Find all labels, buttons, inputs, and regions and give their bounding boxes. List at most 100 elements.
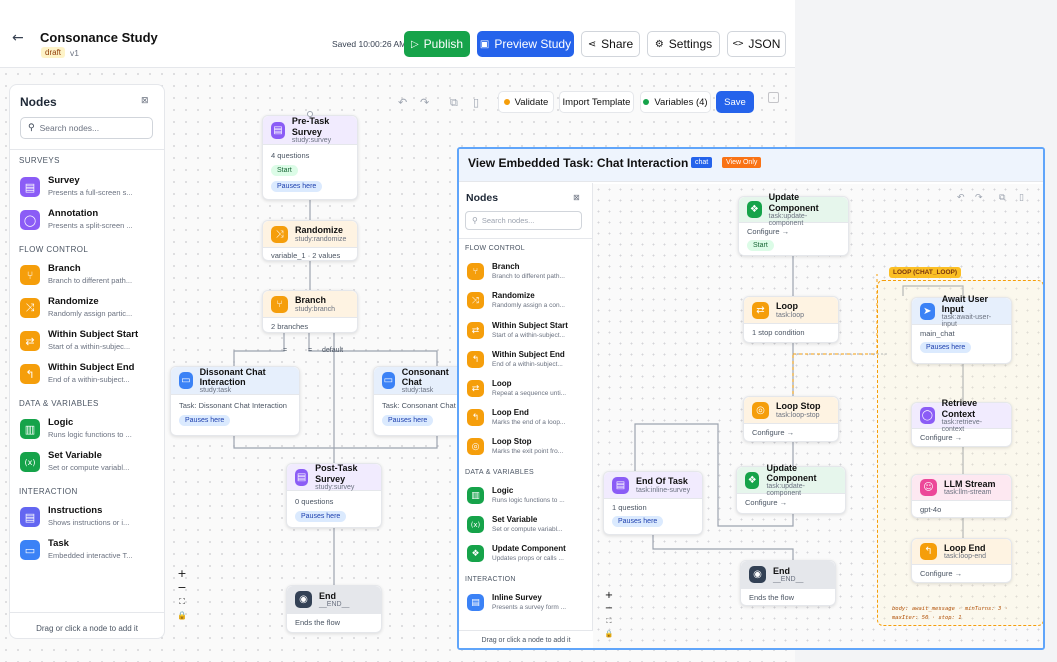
sidebar-item-annotation[interactable]: ◯ Annotation Presents a split-screen ... [20, 208, 133, 230]
embedded-flow-canvas[interactable]: ↶ ↷ ⧉ ▯ ❖ Update Component task:update-com… [593, 184, 1043, 648]
app-header: ← Consonance Study draft v1 Saved 10:00:… [0, 0, 795, 68]
fit-view-icon[interactable]: ⛶ [603, 615, 615, 628]
view-only-badge: View Only [722, 157, 762, 168]
edge-branch-dissonant [233, 333, 285, 366]
section-interaction: INTERACTION [465, 576, 516, 583]
modal-item-branch[interactable]: ⑂ Branch Branch to different path... [467, 262, 565, 280]
preview-study-button[interactable]: ▣ Preview Study [477, 31, 574, 57]
pauses-here-badge: Pauses here [612, 516, 664, 527]
node-branch[interactable]: ⑂ Branch study:branch 2 branches [262, 290, 358, 333]
node-end[interactable]: ◉ End __END__ Ends the flow [740, 560, 836, 606]
modal-item-inline-survey[interactable]: ▤ Inline Survey Presents a survey form ... [467, 593, 566, 611]
sidebar-item-instructions[interactable]: ▤ Instructions Shows instructions or i... [20, 505, 129, 527]
node-post-task-survey[interactable]: ▤ Post-Task Survey study:survey 0 question… [286, 463, 382, 528]
search-circle-icon: ◯ [920, 407, 935, 424]
node-llm-stream[interactable]: ☺ LLM Stream task:llm-stream gpt-4o [911, 474, 1012, 518]
corner-return-icon: ↰ [920, 543, 937, 560]
zoom-in-icon[interactable]: + [175, 567, 189, 581]
fit-view-icon[interactable]: ⛶ [175, 595, 189, 609]
corner-return-icon: ↰ [467, 351, 484, 368]
play-icon: ▷ [410, 38, 419, 50]
clipboard-icon: ▤ [295, 468, 309, 486]
lock-icon[interactable]: 🔒 [603, 628, 615, 641]
sidebar-item-randomize[interactable]: ⤨ Randomize Randomly assign partic... [20, 296, 132, 318]
copy-icon[interactable]: ⧉ [999, 193, 1005, 203]
sidebar-item-branch[interactable]: ⑂ Branch Branch to different path... [20, 263, 132, 285]
node-randomize[interactable]: ⤨ Randomize study:randomize variable_1 · 2… [262, 220, 358, 261]
sidebar-item-within-subject-end[interactable]: ↰ Within Subject End End of a within-subje… [20, 362, 134, 384]
bot-icon: ☺ [920, 479, 937, 496]
node-loop[interactable]: ⇄ Loop task:loop 1 stop condition [743, 296, 839, 343]
node-await-user-input[interactable]: ➤ Await User Input task:await-user-input m… [911, 294, 1012, 364]
zoom-in-icon[interactable]: + [603, 589, 615, 602]
collapse-panel-icon[interactable]: ⊠ [573, 193, 580, 202]
lock-icon[interactable]: 🔒 [175, 609, 189, 623]
back-arrow-icon[interactable]: ← [12, 30, 24, 46]
node-update-component-start[interactable]: ❖ Update Component task:update-component C… [738, 192, 849, 256]
clipboard-icon: ▤ [612, 476, 629, 494]
undo-icon[interactable]: ↶ [957, 193, 965, 203]
share-button[interactable]: ⋖ Share [581, 31, 640, 57]
redo-icon[interactable]: ↷ [420, 96, 429, 109]
collapse-panel-icon[interactable]: ⊠ [141, 96, 149, 106]
publish-button[interactable]: ▷ Publish [404, 31, 470, 57]
zoom-out-icon[interactable]: − [603, 602, 615, 615]
modal-item-loop[interactable]: ⇄ Loop Repeat a sequence unti... [467, 379, 566, 397]
node-update-component[interactable]: ❖ Update Component task:update-component C… [736, 463, 846, 514]
modal-item-update-component[interactable]: ❖ Update Component Updates props or calls … [467, 544, 566, 562]
modal-item-within-subject-end[interactable]: ↰ Within Subject End End of a within-subje… [467, 350, 565, 368]
modal-item-within-subject-start[interactable]: ⇄ Within Subject Start Start of a within-s… [467, 321, 568, 339]
node-end[interactable]: ◉ End __END__ Ends the flow [286, 585, 382, 633]
variables-dot-icon [643, 99, 650, 105]
variables-button[interactable]: Variables (4) [640, 91, 711, 113]
section-flow-control: FLOW CONTROL [465, 245, 525, 252]
settings-button[interactable]: ⚙ Settings [647, 31, 720, 57]
trash-icon[interactable]: ▯ [1019, 193, 1024, 203]
sidebar-item-task[interactable]: ▭ Task Embedded interactive T... [20, 538, 133, 560]
branch-icon: ⑂ [467, 263, 484, 280]
modal-search-input[interactable]: ⚲ Search nodes... [465, 211, 582, 230]
shuffle-icon: ⤨ [271, 225, 288, 243]
validate-button[interactable]: Validate [498, 91, 554, 113]
preview-icon: ▣ [479, 38, 490, 50]
sidebar-item-within-subject-start[interactable]: ⇄ Within Subject Start Start of a within-s… [20, 329, 138, 351]
chat-icon: ▭ [20, 540, 40, 560]
node-pre-task-survey[interactable]: ▤ Pre-Task Survey study:survey 4 questions… [262, 115, 358, 200]
undo-icon[interactable]: ↶ [398, 96, 407, 109]
node-consonant-chat[interactable]: ▭ Consonant Chat study:task Task: Consonan… [373, 366, 463, 436]
embedded-zoom-controls: + − ⛶ 🔒 [603, 589, 615, 641]
loop-config-note: body: await_message · minTurns: 3 · maxI… [892, 606, 1008, 621]
shuffle-icon: ⤨ [467, 292, 484, 309]
sidebar-item-logic[interactable]: ▥ Logic Runs logic functions to ... [20, 417, 132, 439]
component-icon: ❖ [745, 471, 760, 489]
search-nodes-input[interactable]: ⚲ Search nodes... [20, 117, 153, 139]
trash-icon[interactable]: ▯ [473, 96, 479, 109]
clipboard-icon: ▤ [467, 594, 484, 611]
modal-item-logic[interactable]: ▥ Logic Runs logic functions to ... [467, 486, 565, 504]
pauses-here-badge: Pauses here [179, 415, 231, 426]
node-loop-stop[interactable]: ◎ Loop Stop task:loop-stop Configure → [743, 396, 839, 442]
component-icon: ❖ [467, 545, 484, 562]
modal-item-loop-stop[interactable]: ◎ Loop Stop Marks the exit point fro... [467, 437, 563, 455]
save-button[interactable]: Save [716, 91, 754, 113]
node-end-of-task[interactable]: ▤ End Of Task task:inline-survey 1 questio… [603, 471, 703, 535]
copy-icon[interactable]: ⧉ [450, 96, 458, 110]
side-panel-toggle[interactable] [768, 92, 779, 103]
redo-icon[interactable]: ↷ [975, 193, 983, 203]
annotation-icon: ◯ [20, 210, 40, 230]
sidebar-item-set-variable[interactable]: (x) Set Variable Set or compute variabl... [20, 450, 129, 472]
zoom-out-icon[interactable]: − [175, 581, 189, 595]
logic-icon: ▥ [467, 487, 484, 504]
modal-item-set-variable[interactable]: (x) Set Variable Set or compute variabl... [467, 515, 562, 533]
node-retrieve-context[interactable]: ◯ Retrieve Context task:retrieve-context C… [911, 398, 1012, 447]
modal-item-randomize[interactable]: ⤨ Randomize Randomly assign a con... [467, 291, 565, 309]
json-button[interactable]: <> JSON [727, 31, 786, 57]
sidebar-item-survey[interactable]: ▤ Survey Presents a full-screen s... [20, 175, 133, 197]
gear-icon: ⚙ [654, 38, 664, 50]
edge-dissonant-posttask [233, 436, 334, 449]
modal-item-loop-end[interactable]: ↰ Loop End Marks the end of a loop... [467, 408, 565, 426]
code-icon: <> [732, 39, 744, 49]
import-template-button[interactable]: Import Template [559, 91, 634, 113]
node-dissonant-chat[interactable]: ▭ Dissonant Chat Interaction study:task Ta… [170, 366, 300, 436]
node-loop-end[interactable]: ↰ Loop End task:loop-end Configure → [911, 538, 1012, 583]
